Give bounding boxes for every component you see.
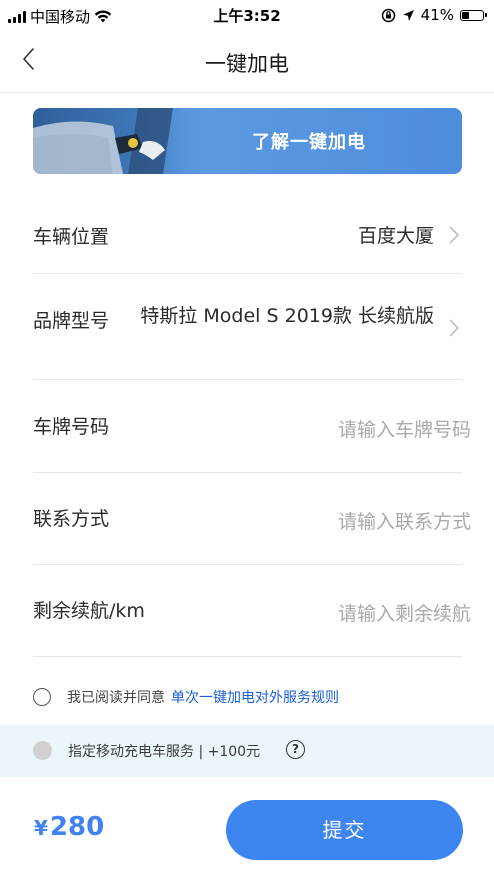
learn-more-banner[interactable]: 了解一键加电 xyxy=(33,108,462,174)
row-vehicle-location[interactable]: 车辆位置 百度大厦 xyxy=(33,192,462,274)
contact-label: 联系方式 xyxy=(33,508,110,530)
remaining-range-label: 剩余续航/km xyxy=(33,600,145,622)
nav-bar: 一键加电 xyxy=(0,30,494,93)
vehicle-location-label: 车辆位置 xyxy=(33,226,110,248)
row-contact[interactable]: 联系方式 请输入联系方式 xyxy=(33,473,471,565)
brand-model-value: 特斯拉 Model S 2019款 长续航版 xyxy=(140,305,434,327)
price-value: 280 xyxy=(49,812,105,842)
battery-icon xyxy=(460,9,487,21)
service-text: 指定移动充电车服务 | +100元 xyxy=(68,744,261,760)
plate-number-label: 车牌号码 xyxy=(33,416,110,438)
chevron-right-icon xyxy=(449,319,460,337)
agreement-radio[interactable] xyxy=(33,688,51,706)
row-brand-model[interactable]: 品牌型号 特斯拉 Model S 2019款 长续航版 xyxy=(33,274,462,380)
submit-button[interactable]: 提交 xyxy=(226,800,463,860)
contact-input[interactable]: 请输入联系方式 xyxy=(338,507,471,534)
row-remaining-range[interactable]: 剩余续航/km 请输入剩余续航 xyxy=(33,565,471,657)
vehicle-location-value: 百度大厦 xyxy=(357,225,434,247)
service-option: 指定移动充电车服务 | +100元 ? xyxy=(0,725,494,777)
banner-title: 了解一键加电 xyxy=(252,132,366,153)
status-bar: 中国移动 上午3:52 41% xyxy=(0,0,494,30)
page-title: 一键加电 xyxy=(205,52,289,76)
plate-number-input[interactable]: 请输入车牌号码 xyxy=(338,415,471,442)
agreement-link[interactable]: 单次一键加电对外服务规则 xyxy=(171,687,339,707)
charging-photo xyxy=(33,108,213,174)
agreement-text: 我已阅读并同意 xyxy=(67,690,165,706)
chevron-right-icon xyxy=(449,226,460,244)
price: ¥ 280 xyxy=(34,812,104,842)
agreement-row: 我已阅读并同意 单次一键加电对外服务规则 xyxy=(33,684,473,710)
row-plate-number[interactable]: 车牌号码 请输入车牌号码 xyxy=(33,380,471,473)
price-currency: ¥ xyxy=(34,816,48,840)
orientation-lock-icon xyxy=(381,8,395,22)
remaining-range-input[interactable]: 请输入剩余续航 xyxy=(338,599,471,626)
battery-percent: 41% xyxy=(420,6,454,24)
location-icon xyxy=(402,9,414,21)
help-icon[interactable]: ? xyxy=(286,740,305,759)
brand-model-label: 品牌型号 xyxy=(33,310,110,332)
status-bar-right: 41% xyxy=(381,6,487,24)
service-radio[interactable] xyxy=(33,741,52,760)
